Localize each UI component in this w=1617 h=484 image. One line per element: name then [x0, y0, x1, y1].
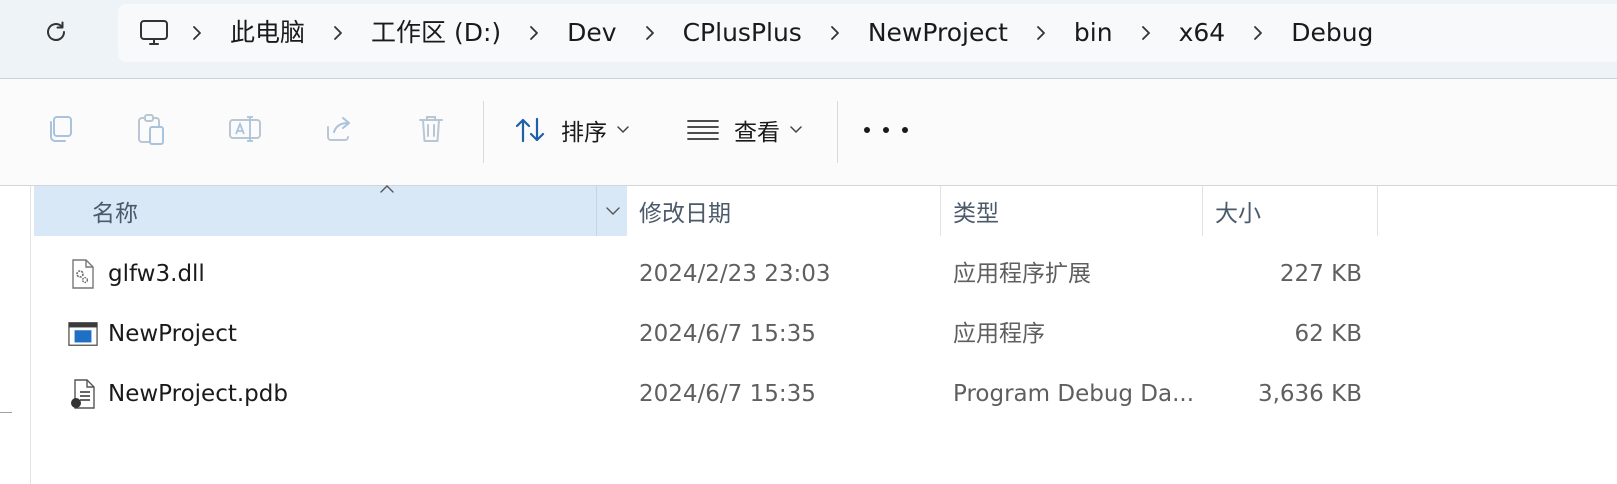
- file-type: 应用程序扩展: [953, 261, 1091, 287]
- delete-icon: [419, 116, 443, 142]
- column-filter-dropdown[interactable]: [596, 186, 628, 236]
- more-icon: [883, 127, 889, 133]
- chevron-right-icon: [1141, 26, 1150, 40]
- paste-button[interactable]: [131, 109, 171, 149]
- sort-label: 排序: [561, 120, 607, 146]
- more-icon: [864, 127, 870, 133]
- pdb-file-icon: [68, 364, 98, 424]
- toolbar-divider: [483, 101, 484, 163]
- chevron-down-icon: [617, 126, 629, 134]
- delete-button[interactable]: [411, 109, 451, 149]
- computer-icon: [140, 20, 168, 45]
- file-row[interactable]: NewProject.pdb 2024/6/7 15:35 Program De…: [34, 364, 1617, 424]
- breadcrumb-item-current[interactable]: Debug: [1275, 4, 1389, 62]
- column-header-size-label: 大小: [1215, 201, 1261, 227]
- rename-icon: [229, 116, 261, 142]
- breadcrumb-separator[interactable]: [818, 4, 852, 62]
- chevron-down-icon: [790, 126, 802, 134]
- file-type: Program Debug Da...: [953, 381, 1193, 407]
- breadcrumb-separator[interactable]: [517, 4, 551, 62]
- file-modified: 2024/6/7 15:35: [639, 381, 816, 407]
- breadcrumb-item[interactable]: Dev: [551, 4, 632, 62]
- chevron-right-icon: [1037, 26, 1045, 40]
- navigation-pane[interactable]: [0, 186, 31, 484]
- file-name: glfw3.dll: [108, 261, 205, 287]
- file-row[interactable]: glfw3.dll 2024/2/23 23:03 应用程序扩展 227 KB: [34, 244, 1617, 304]
- file-size: 62 KB: [1294, 321, 1362, 347]
- breadcrumb-separator[interactable]: [1129, 4, 1163, 62]
- file-modified: 2024/6/7 15:35: [639, 321, 816, 347]
- column-header-type-label: 类型: [953, 201, 999, 227]
- more-button[interactable]: [864, 118, 908, 142]
- breadcrumb-item[interactable]: x64: [1163, 4, 1242, 62]
- file-name: NewProject.pdb: [108, 381, 288, 407]
- sort-button[interactable]: 排序: [513, 109, 629, 151]
- refresh-button[interactable]: [34, 14, 78, 50]
- file-size: 227 KB: [1279, 261, 1362, 287]
- breadcrumb-separator[interactable]: [180, 4, 214, 62]
- breadcrumb-separator[interactable]: [633, 4, 667, 62]
- sort-icon: [515, 117, 545, 143]
- breadcrumb-computer[interactable]: [128, 4, 180, 62]
- column-header-modified-label: 修改日期: [639, 201, 731, 227]
- chevron-right-icon: [530, 26, 539, 40]
- breadcrumb-item[interactable]: 此电脑: [214, 4, 321, 62]
- column-header-name-label: 名称: [92, 201, 138, 227]
- share-icon: [327, 117, 350, 141]
- rename-button[interactable]: [225, 109, 265, 149]
- column-header-modified[interactable]: 修改日期: [627, 186, 941, 236]
- file-name: NewProject: [108, 321, 237, 347]
- chevron-right-icon: [645, 26, 654, 40]
- file-modified: 2024/2/23 23:03: [639, 261, 831, 287]
- column-header-size[interactable]: 大小: [1203, 186, 1378, 236]
- breadcrumb-separator[interactable]: [321, 4, 355, 62]
- dll-file-icon: [68, 244, 98, 304]
- breadcrumb-item[interactable]: 工作区 (D:): [355, 4, 517, 62]
- chevron-right-icon: [334, 26, 342, 40]
- chevron-right-icon: [830, 26, 839, 40]
- breadcrumb[interactable]: 此电脑 工作区 (D:) Dev CPlusPlus NewProject bi…: [118, 4, 1617, 62]
- file-type: 应用程序: [953, 321, 1045, 347]
- breadcrumb-separator[interactable]: [1241, 4, 1275, 62]
- paste-icon: [138, 114, 164, 145]
- refresh-icon: [47, 21, 65, 41]
- chevron-down-icon: [605, 206, 620, 215]
- copy-icon: [50, 116, 72, 142]
- share-button[interactable]: [319, 109, 359, 149]
- sort-ascending-icon: [380, 185, 394, 193]
- breadcrumb-item[interactable]: bin: [1058, 4, 1129, 62]
- breadcrumb-item[interactable]: NewProject: [852, 4, 1024, 62]
- file-row[interactable]: NewProject 2024/6/7 15:35 应用程序 62 KB: [34, 304, 1617, 364]
- breadcrumb-item[interactable]: CPlusPlus: [667, 4, 818, 62]
- exe-file-icon: [68, 304, 98, 364]
- column-header-name[interactable]: 名称: [34, 185, 628, 236]
- toolbar-divider: [837, 101, 838, 163]
- chevron-right-icon: [193, 26, 201, 40]
- breadcrumb-separator[interactable]: [1024, 4, 1058, 62]
- view-button[interactable]: 查看: [686, 109, 802, 151]
- command-bar: 排序 查看: [0, 79, 1617, 186]
- address-area: 此电脑 工作区 (D:) Dev CPlusPlus NewProject bi…: [0, 0, 1617, 79]
- view-list-icon: [687, 120, 719, 140]
- chevron-right-icon: [1254, 26, 1263, 40]
- column-header-type[interactable]: 类型: [941, 186, 1203, 236]
- navigation-pane-edge: [0, 412, 12, 413]
- view-label: 查看: [734, 120, 780, 146]
- copy-button[interactable]: [40, 109, 80, 149]
- more-icon: [902, 127, 908, 133]
- file-size: 3,636 KB: [1257, 381, 1362, 407]
